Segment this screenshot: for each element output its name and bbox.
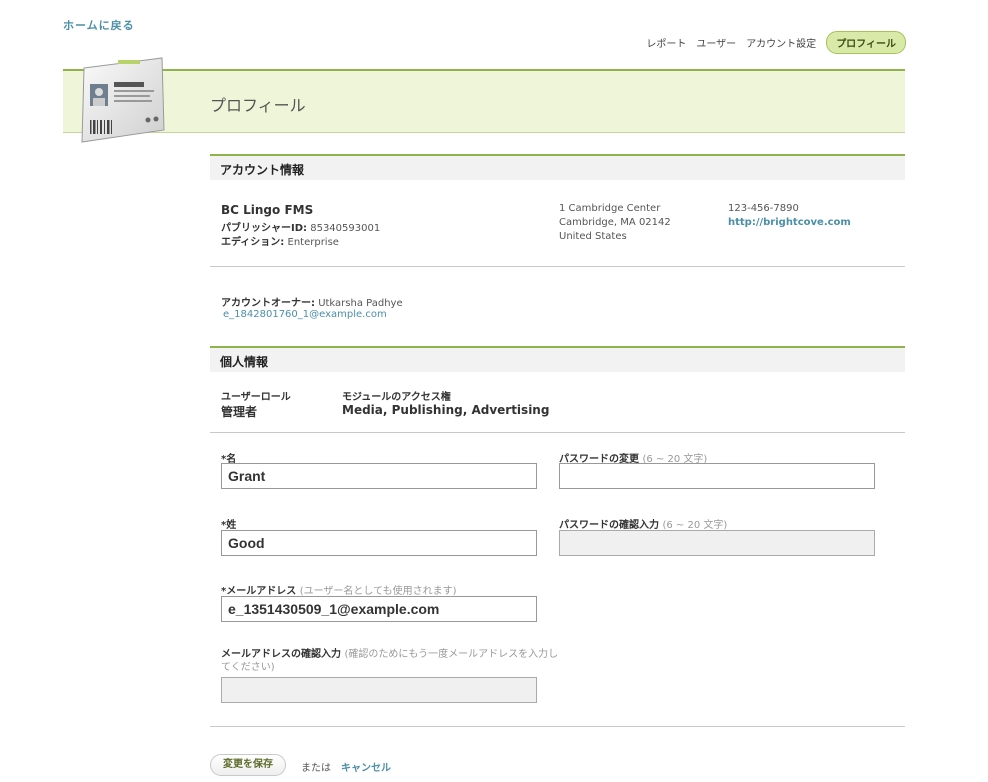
nav-item-account-settings[interactable]: アカウント設定 — [746, 35, 816, 50]
email-input[interactable] — [221, 596, 537, 622]
edition-value: Enterprise — [287, 237, 339, 248]
website-link[interactable]: http://brightcove.com — [728, 217, 851, 228]
top-navigation: レポート ユーザー アカウント設定 プロフィール — [646, 30, 906, 54]
save-changes-button[interactable]: 変更を保存 — [210, 754, 286, 776]
edition: エディション: Enterprise — [221, 233, 339, 248]
back-home-link[interactable]: ホームに戻る — [63, 17, 135, 33]
nav-item-profile[interactable]: プロフィール — [826, 30, 906, 54]
address-line-1: 1 Cambridge Center — [559, 203, 661, 214]
module-access-value: Media, Publishing, Advertising — [342, 403, 550, 417]
password-confirm-input[interactable] — [559, 530, 875, 556]
user-role-label: ユーザーロール — [221, 392, 291, 403]
nav-item-users[interactable]: ユーザー — [696, 35, 736, 50]
page-title: プロフィール — [210, 96, 306, 115]
first-name-input[interactable] — [221, 463, 537, 489]
last-name-label: *姓 — [221, 516, 236, 531]
or-text: または — [301, 763, 331, 774]
account-owner-label: アカウントオーナー: — [221, 298, 315, 309]
account-owner-name: Utkarsha Padhye — [318, 298, 403, 309]
personal-info-header: 個人情報 — [210, 346, 905, 372]
account-info-header: アカウント情報 — [210, 154, 905, 180]
id-card-icon — [81, 57, 165, 143]
phone-number: 123-456-7890 — [728, 203, 799, 214]
address-line-3: United States — [559, 231, 627, 242]
email-label: *メールアドレス (ユーザー名としても使用されます) — [221, 582, 457, 597]
email-confirm-label: メールアドレスの確認入力 (確認のためにもう一度メールアドレスを入力してください… — [221, 648, 561, 674]
user-role-value: 管理者 — [221, 405, 258, 419]
password-input[interactable] — [559, 463, 875, 489]
email-confirm-input[interactable] — [221, 677, 537, 703]
account-owner: アカウントオーナー: Utkarsha Padhye — [221, 294, 403, 309]
email-confirm-label-text: メールアドレスの確認入力 — [221, 649, 341, 660]
account-owner-email-link[interactable]: e_1842801760_1@example.com — [223, 309, 387, 320]
last-name-input[interactable] — [221, 530, 537, 556]
address-line-2: Cambridge, MA 02142 — [559, 217, 671, 228]
divider — [210, 266, 905, 267]
divider — [210, 432, 905, 433]
account-name: BC Lingo FMS — [221, 203, 314, 217]
module-access-label: モジュールのアクセス権 — [342, 392, 451, 403]
nav-item-reports[interactable]: レポート — [646, 35, 686, 50]
password-confirm-label: パスワードの確認入力 (6 ~ 20 文字) — [559, 516, 727, 531]
divider — [210, 726, 905, 727]
cancel-link[interactable]: キャンセル — [341, 759, 391, 774]
page-banner — [63, 69, 905, 133]
edition-label: エディション: — [221, 237, 285, 248]
publisher-id: パブリッシャーID: 85340593001 — [221, 219, 380, 234]
